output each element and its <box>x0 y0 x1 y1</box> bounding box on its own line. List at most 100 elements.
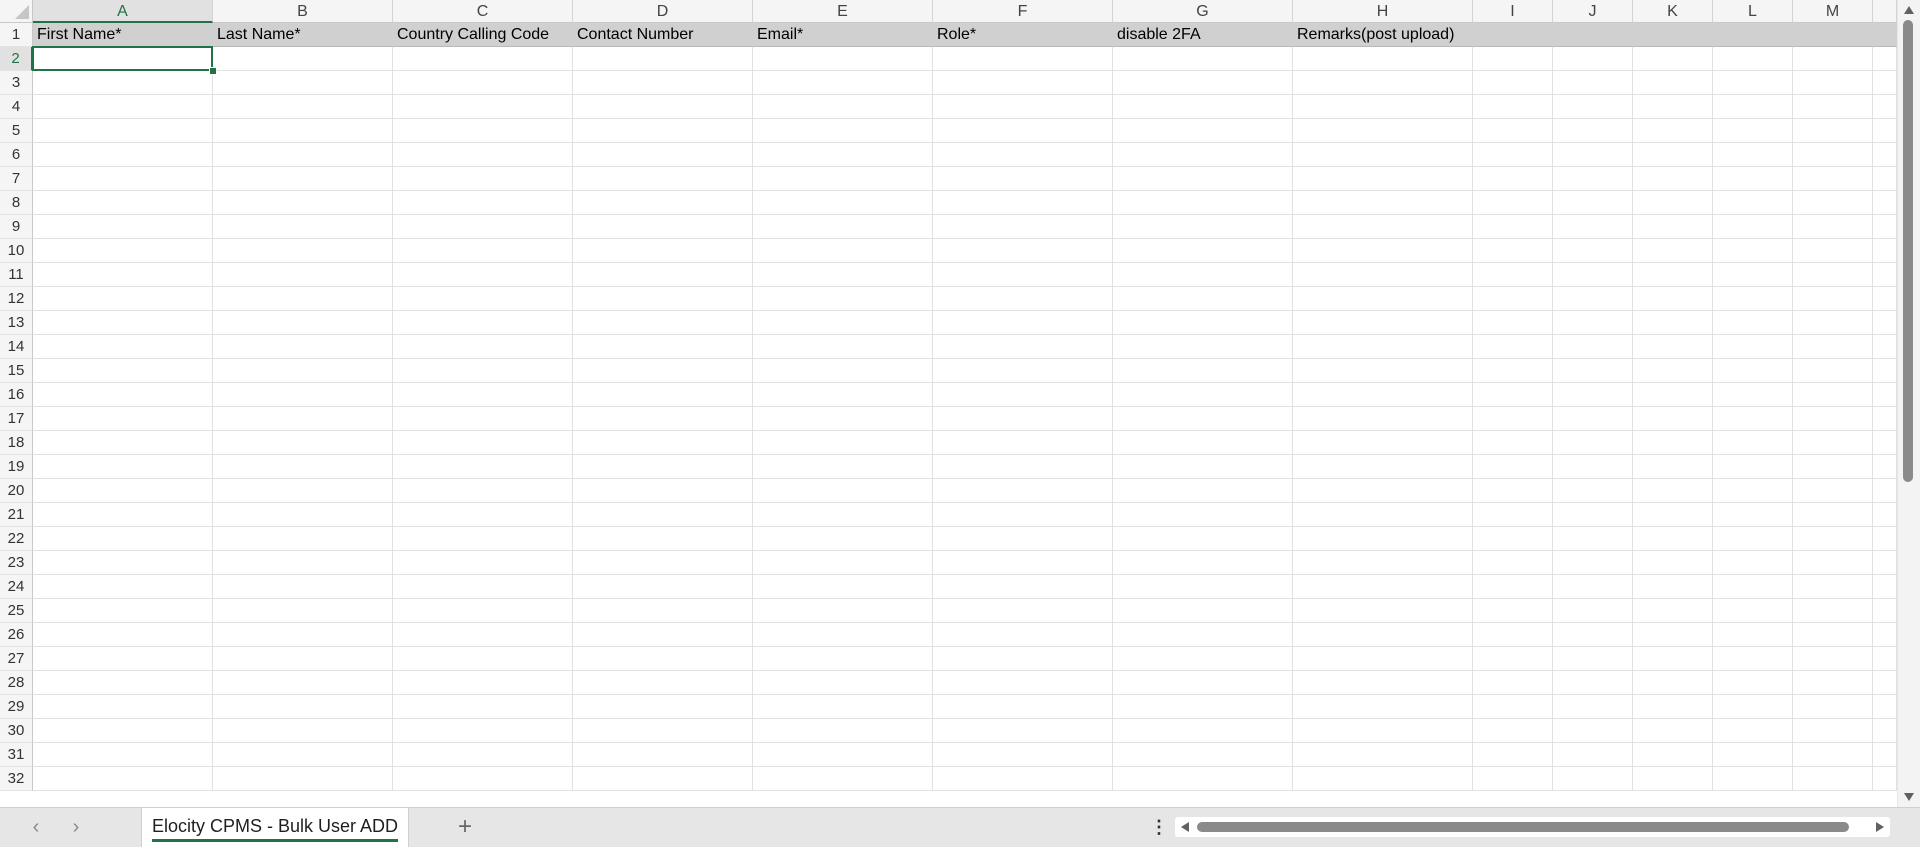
cell-m26[interactable] <box>1793 623 1873 647</box>
cell-j20[interactable] <box>1553 479 1633 503</box>
row-header-16[interactable]: 16 <box>0 383 33 407</box>
cell-c13[interactable] <box>393 311 573 335</box>
cell-e22[interactable] <box>753 527 933 551</box>
cell-g22[interactable] <box>1113 527 1293 551</box>
cell-b27[interactable] <box>213 647 393 671</box>
select-all-corner[interactable] <box>0 0 33 23</box>
cell-e18[interactable] <box>753 431 933 455</box>
cell-l25[interactable] <box>1713 599 1793 623</box>
cell-g1[interactable]: disable 2FA <box>1113 23 1293 47</box>
cell-k32[interactable] <box>1633 767 1713 791</box>
cell-c4[interactable] <box>393 95 573 119</box>
cell-g29[interactable] <box>1113 695 1293 719</box>
cell-m25[interactable] <box>1793 599 1873 623</box>
cell-k29[interactable] <box>1633 695 1713 719</box>
cell-g11[interactable] <box>1113 263 1293 287</box>
cell-j3[interactable] <box>1553 71 1633 95</box>
cell-f32[interactable] <box>933 767 1113 791</box>
cell-g7[interactable] <box>1113 167 1293 191</box>
vertical-scroll-thumb[interactable] <box>1903 20 1913 482</box>
cell-l4[interactable] <box>1713 95 1793 119</box>
cell-i19[interactable] <box>1473 455 1553 479</box>
cell-g32[interactable] <box>1113 767 1293 791</box>
cell-c23[interactable] <box>393 551 573 575</box>
cell-c26[interactable] <box>393 623 573 647</box>
cell-f14[interactable] <box>933 335 1113 359</box>
cell-h1[interactable]: Remarks(post upload) <box>1293 23 1473 47</box>
cell-j8[interactable] <box>1553 191 1633 215</box>
column-header-l[interactable]: L <box>1713 0 1793 23</box>
cell-c22[interactable] <box>393 527 573 551</box>
cell-i17[interactable] <box>1473 407 1553 431</box>
cell-c1[interactable]: Country Calling Code <box>393 23 573 47</box>
cell-b28[interactable] <box>213 671 393 695</box>
cell-c9[interactable] <box>393 215 573 239</box>
cell-f13[interactable] <box>933 311 1113 335</box>
cell-l23[interactable] <box>1713 551 1793 575</box>
cell-m20[interactable] <box>1793 479 1873 503</box>
cell-e15[interactable] <box>753 359 933 383</box>
cell-i32[interactable] <box>1473 767 1553 791</box>
cell-m27[interactable] <box>1793 647 1873 671</box>
cell-b8[interactable] <box>213 191 393 215</box>
cell-j1[interactable] <box>1553 23 1633 47</box>
cell-j22[interactable] <box>1553 527 1633 551</box>
column-header-c[interactable]: C <box>393 0 573 23</box>
cell-h18[interactable] <box>1293 431 1473 455</box>
cell-g14[interactable] <box>1113 335 1293 359</box>
cell-b7[interactable] <box>213 167 393 191</box>
cell-b4[interactable] <box>213 95 393 119</box>
cell-e27[interactable] <box>753 647 933 671</box>
cell-f27[interactable] <box>933 647 1113 671</box>
cell-g2[interactable] <box>1113 47 1293 71</box>
row-header-27[interactable]: 27 <box>0 647 33 671</box>
cell-a10[interactable] <box>33 239 213 263</box>
cell-k12[interactable] <box>1633 287 1713 311</box>
cell-g5[interactable] <box>1113 119 1293 143</box>
cell-h15[interactable] <box>1293 359 1473 383</box>
cell-e24[interactable] <box>753 575 933 599</box>
row-header-7[interactable]: 7 <box>0 167 33 191</box>
cell-m12[interactable] <box>1793 287 1873 311</box>
cell-d19[interactable] <box>573 455 753 479</box>
cell-g9[interactable] <box>1113 215 1293 239</box>
cell-b13[interactable] <box>213 311 393 335</box>
cell-k31[interactable] <box>1633 743 1713 767</box>
horizontal-scrollbar[interactable] <box>1175 817 1890 837</box>
vertical-scrollbar[interactable] <box>1897 0 1920 807</box>
cell-l28[interactable] <box>1713 671 1793 695</box>
cell-e14[interactable] <box>753 335 933 359</box>
cell-b11[interactable] <box>213 263 393 287</box>
cell-d9[interactable] <box>573 215 753 239</box>
cell-c30[interactable] <box>393 719 573 743</box>
cell-k13[interactable] <box>1633 311 1713 335</box>
cell-l31[interactable] <box>1713 743 1793 767</box>
cell-a19[interactable] <box>33 455 213 479</box>
column-header-k[interactable]: K <box>1633 0 1713 23</box>
cell-a2[interactable] <box>33 47 213 71</box>
cell-d2[interactable] <box>573 47 753 71</box>
cell-a9[interactable] <box>33 215 213 239</box>
cell-k19[interactable] <box>1633 455 1713 479</box>
cell-i27[interactable] <box>1473 647 1553 671</box>
cell-m1[interactable] <box>1793 23 1873 47</box>
cell-a16[interactable] <box>33 383 213 407</box>
cell-d1[interactable]: Contact Number <box>573 23 753 47</box>
cell-e31[interactable] <box>753 743 933 767</box>
cell-m2[interactable] <box>1793 47 1873 71</box>
row-header-29[interactable]: 29 <box>0 695 33 719</box>
cell-g13[interactable] <box>1113 311 1293 335</box>
cell-k20[interactable] <box>1633 479 1713 503</box>
cell-a7[interactable] <box>33 167 213 191</box>
cell-l2[interactable] <box>1713 47 1793 71</box>
cell-b23[interactable] <box>213 551 393 575</box>
cell-m9[interactable] <box>1793 215 1873 239</box>
row-header-4[interactable]: 4 <box>0 95 33 119</box>
cell-l19[interactable] <box>1713 455 1793 479</box>
cell-f19[interactable] <box>933 455 1113 479</box>
cell-f1[interactable]: Role* <box>933 23 1113 47</box>
cell-b31[interactable] <box>213 743 393 767</box>
cell-d31[interactable] <box>573 743 753 767</box>
cell-a31[interactable] <box>33 743 213 767</box>
cell-l16[interactable] <box>1713 383 1793 407</box>
